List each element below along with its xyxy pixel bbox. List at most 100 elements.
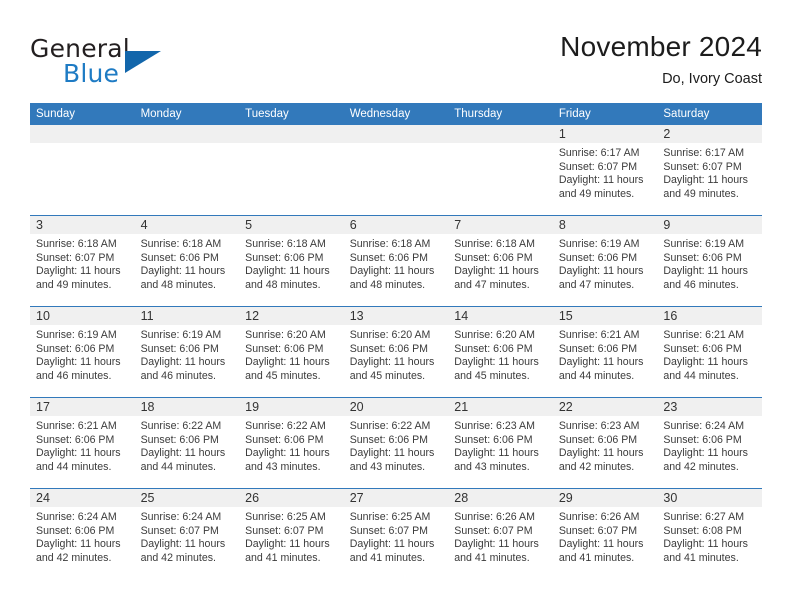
daylight-text-line1: Daylight: 11 hours [245, 447, 330, 460]
day-number [343, 125, 449, 143]
day-details: Sunrise: 6:22 AM Sunset: 6:06 PM Daylight:… [344, 416, 449, 474]
day-details: Sunrise: 6:18 AM Sunset: 6:06 PM Daylight:… [135, 234, 240, 292]
calendar-day-cell[interactable]: 18 Sunrise: 6:22 AM Sunset: 6:06 PM Dayligh… [134, 397, 240, 489]
day-details: Sunrise: 6:21 AM Sunset: 6:06 PM Daylight:… [657, 325, 762, 383]
calendar-day-cell[interactable]: 11 Sunrise: 6:19 AM Sunset: 6:06 PM Dayligh… [134, 306, 240, 398]
calendar-day-cell[interactable]: 27 Sunrise: 6:25 AM Sunset: 6:07 PM Dayligh… [343, 488, 449, 579]
day-number: 23 [657, 398, 762, 416]
daylight-text-line1: Daylight: 11 hours [349, 538, 435, 551]
calendar-day-cell[interactable]: 1 Sunrise: 6:17 AM Sunset: 6:07 PM Daylight… [552, 125, 658, 216]
calendar-day-cell[interactable]: 22 Sunrise: 6:23 AM Sunset: 6:06 PM Dayligh… [552, 397, 658, 489]
calendar-week-row: 10 Sunrise: 6:19 AM Sunset: 6:06 PM Dayligh… [30, 306, 762, 398]
calendar-day-cell[interactable]: 10 Sunrise: 6:19 AM Sunset: 6:06 PM Dayligh… [30, 306, 135, 398]
sunrise-text: Sunrise: 6:24 AM [36, 511, 117, 523]
daylight-text-line1: Daylight: 11 hours [663, 356, 748, 369]
calendar-day-cell[interactable]: 19 Sunrise: 6:22 AM Sunset: 6:06 PM Dayligh… [239, 397, 344, 489]
calendar-day-cell[interactable]: 5 Sunrise: 6:18 AM Sunset: 6:06 PM Daylight… [239, 215, 344, 307]
day-details: Sunrise: 6:17 AM Sunset: 6:07 PM Daylight:… [657, 143, 762, 201]
calendar-day-cell[interactable]: 16 Sunrise: 6:21 AM Sunset: 6:06 PM Dayligh… [657, 306, 762, 398]
daylight-text-line1: Daylight: 11 hours [140, 538, 226, 551]
day-details: Sunrise: 6:24 AM Sunset: 6:06 PM Daylight:… [657, 416, 762, 474]
daylight-text-line1: Daylight: 11 hours [245, 356, 330, 369]
sunset-text: Sunset: 6:06 PM [245, 342, 324, 355]
daylight-text-line1: Daylight: 11 hours [349, 356, 435, 369]
sunrise-text: Sunrise: 6:23 AM [454, 420, 535, 432]
day-details: Sunrise: 6:19 AM Sunset: 6:06 PM Daylight:… [553, 234, 658, 292]
calendar-day-cell[interactable]: 7 Sunrise: 6:18 AM Sunset: 6:06 PM Daylight… [448, 215, 553, 307]
sunset-text: Sunset: 6:06 PM [454, 433, 533, 446]
daylight-text-line2: and 41 minutes. [663, 551, 739, 564]
weekday-header-friday: Friday [552, 103, 658, 125]
calendar-day-cell[interactable]: 12 Sunrise: 6:20 AM Sunset: 6:06 PM Dayligh… [239, 306, 344, 398]
daylight-text-line2: and 44 minutes. [663, 369, 739, 382]
day-details: Sunrise: 6:19 AM Sunset: 6:06 PM Daylight:… [135, 325, 240, 383]
day-number: 11 [134, 307, 240, 325]
calendar-day-cell[interactable]: 3 Sunrise: 6:18 AM Sunset: 6:07 PM Daylight… [30, 215, 135, 307]
daylight-text-line2: and 41 minutes. [558, 551, 635, 564]
calendar-day-cell[interactable]: 20 Sunrise: 6:22 AM Sunset: 6:06 PM Dayligh… [343, 397, 449, 489]
weekday-header-row: Sunday Monday Tuesday Wednesday Thursday… [30, 103, 762, 125]
daylight-text-line1: Daylight: 11 hours [140, 356, 226, 369]
daylight-text-line1: Daylight: 11 hours [663, 174, 748, 187]
daylight-text-line1: Daylight: 11 hours [140, 447, 226, 460]
daylight-text-line1: Daylight: 11 hours [36, 447, 121, 460]
calendar-day-cell-empty [134, 125, 240, 216]
calendar-day-cell[interactable]: 13 Sunrise: 6:20 AM Sunset: 6:06 PM Dayligh… [343, 306, 449, 398]
weekday-header-thursday: Thursday [448, 103, 553, 125]
day-number: 26 [239, 489, 344, 507]
day-number [134, 125, 240, 143]
calendar-day-cell[interactable]: 14 Sunrise: 6:20 AM Sunset: 6:06 PM Dayligh… [448, 306, 553, 398]
daylight-text-line1: Daylight: 11 hours [349, 265, 435, 278]
calendar-day-cell[interactable]: 30 Sunrise: 6:27 AM Sunset: 6:08 PM Dayligh… [657, 488, 762, 579]
triangle-logo-icon [125, 51, 161, 73]
calendar-day-cell[interactable]: 21 Sunrise: 6:23 AM Sunset: 6:06 PM Dayligh… [448, 397, 553, 489]
calendar-day-cell[interactable]: 15 Sunrise: 6:21 AM Sunset: 6:06 PM Dayligh… [552, 306, 658, 398]
calendar-day-cell[interactable]: 24 Sunrise: 6:24 AM Sunset: 6:06 PM Dayligh… [30, 488, 135, 579]
daylight-text-line2: and 49 minutes. [558, 187, 635, 200]
calendar-day-cell[interactable]: 2 Sunrise: 6:17 AM Sunset: 6:07 PM Daylight… [657, 125, 762, 216]
day-number: 24 [30, 489, 135, 507]
sunset-text: Sunset: 6:06 PM [36, 524, 115, 537]
day-number [30, 125, 135, 143]
day-details: Sunrise: 6:26 AM Sunset: 6:07 PM Daylight:… [553, 507, 658, 565]
sunrise-text: Sunrise: 6:19 AM [36, 329, 117, 341]
calendar-day-cell[interactable]: 8 Sunrise: 6:19 AM Sunset: 6:06 PM Daylight… [552, 215, 658, 307]
calendar-day-cell[interactable]: 4 Sunrise: 6:18 AM Sunset: 6:06 PM Daylight… [134, 215, 240, 307]
daylight-text-line2: and 46 minutes. [36, 369, 112, 382]
daylight-text-line1: Daylight: 11 hours [558, 356, 644, 369]
calendar-day-cell[interactable]: 25 Sunrise: 6:24 AM Sunset: 6:07 PM Dayligh… [134, 488, 240, 579]
day-details: Sunrise: 6:21 AM Sunset: 6:06 PM Daylight:… [553, 325, 658, 383]
sunset-text: Sunset: 6:06 PM [663, 342, 742, 355]
calendar-day-cell[interactable]: 9 Sunrise: 6:19 AM Sunset: 6:06 PM Daylight… [657, 215, 762, 307]
calendar-day-cell[interactable]: 28 Sunrise: 6:26 AM Sunset: 6:07 PM Dayligh… [448, 488, 553, 579]
daylight-text-line2: and 45 minutes. [454, 369, 530, 382]
brand-logo[interactable]: General Blue [30, 34, 260, 96]
sunrise-text: Sunrise: 6:21 AM [558, 329, 640, 341]
sunset-text: Sunset: 6:07 PM [558, 524, 638, 537]
daylight-text-line1: Daylight: 11 hours [36, 356, 121, 369]
calendar-week-row: 1 Sunrise: 6:17 AM Sunset: 6:07 PM Daylight… [30, 125, 762, 216]
daylight-text-line2: and 41 minutes. [245, 551, 321, 564]
day-number [448, 125, 553, 143]
daylight-text-line2: and 47 minutes. [558, 278, 635, 291]
day-details: Sunrise: 6:22 AM Sunset: 6:06 PM Daylight:… [239, 416, 344, 474]
calendar-day-cell-empty [239, 125, 344, 216]
sunrise-text: Sunrise: 6:18 AM [245, 238, 326, 250]
daylight-text-line1: Daylight: 11 hours [663, 447, 748, 460]
daylight-text-line2: and 43 minutes. [349, 460, 426, 473]
day-number: 20 [343, 398, 449, 416]
calendar-day-cell[interactable]: 6 Sunrise: 6:18 AM Sunset: 6:06 PM Daylight… [343, 215, 449, 307]
calendar-day-cell[interactable]: 17 Sunrise: 6:21 AM Sunset: 6:06 PM Dayligh… [30, 397, 135, 489]
daylight-text-line2: and 49 minutes. [663, 187, 739, 200]
day-number: 27 [343, 489, 449, 507]
daylight-text-line2: and 45 minutes. [349, 369, 426, 382]
brand-name-blue: Blue [63, 59, 120, 88]
daylight-text-line1: Daylight: 11 hours [349, 447, 435, 460]
sunset-text: Sunset: 6:07 PM [140, 524, 219, 537]
sunrise-text: Sunrise: 6:19 AM [558, 238, 640, 250]
sunrise-text: Sunrise: 6:26 AM [454, 511, 535, 523]
calendar-week-row: 17 Sunrise: 6:21 AM Sunset: 6:06 PM Dayligh… [30, 397, 762, 489]
calendar-day-cell[interactable]: 23 Sunrise: 6:24 AM Sunset: 6:06 PM Dayligh… [657, 397, 762, 489]
calendar-day-cell[interactable]: 26 Sunrise: 6:25 AM Sunset: 6:07 PM Dayligh… [239, 488, 344, 579]
calendar-day-cell[interactable]: 29 Sunrise: 6:26 AM Sunset: 6:07 PM Dayligh… [552, 488, 658, 579]
